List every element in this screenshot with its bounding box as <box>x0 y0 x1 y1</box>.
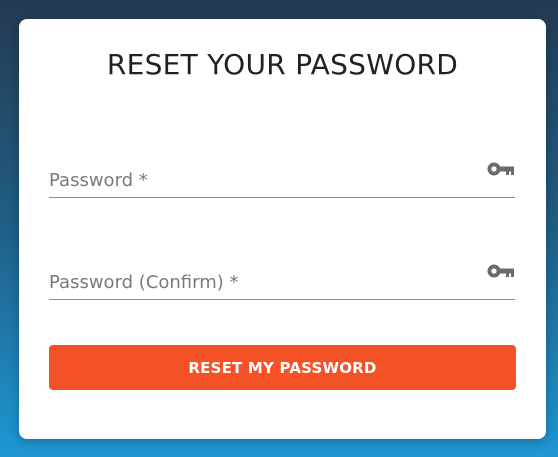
password-confirm-input[interactable] <box>49 272 469 293</box>
key-icon <box>487 161 515 177</box>
password-field <box>49 157 515 198</box>
reset-password-card: RESET YOUR PASSWORD RESET MY PASSWORD <box>19 19 546 439</box>
password-confirm-field <box>49 259 515 300</box>
password-input[interactable] <box>49 170 469 191</box>
page-title: RESET YOUR PASSWORD <box>106 48 459 81</box>
reset-password-button[interactable]: RESET MY PASSWORD <box>49 345 516 390</box>
key-icon <box>487 263 515 279</box>
